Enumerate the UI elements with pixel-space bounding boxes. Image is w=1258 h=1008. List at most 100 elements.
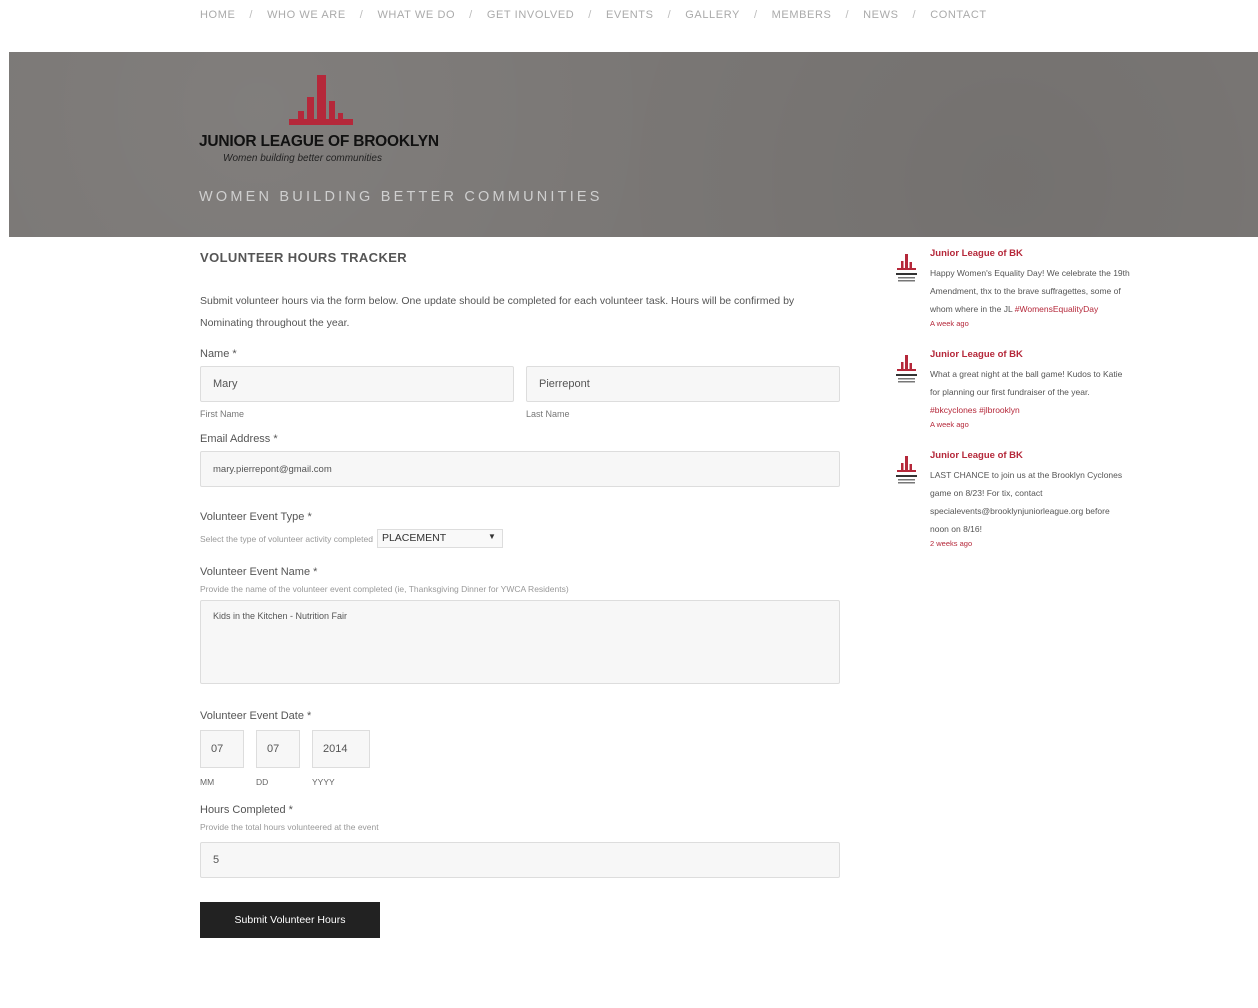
tweet-text: Happy Women's Equality Day! We celebrate… (930, 264, 1130, 318)
tweet-body: Junior League of BK Happy Women's Equali… (930, 248, 1130, 328)
name-label: Name * (200, 348, 840, 360)
required-marker: * (288, 804, 293, 816)
day-col: DD (256, 730, 300, 787)
first-name-hint: First Name (200, 409, 245, 419)
year-col: YYYY (312, 730, 370, 787)
event-type-row: Select the type of volunteer activity co… (200, 529, 840, 548)
tweet-text-content: LAST CHANCE to join us at the Brooklyn C… (930, 470, 1123, 534)
required-marker: * (307, 511, 312, 523)
event-date-label-text: Volunteer Event Date (200, 710, 304, 722)
nav-separator: / (753, 9, 758, 21)
tweet-hashtags[interactable]: #bkcyclones #jlbrooklyn (930, 405, 1020, 415)
nav-gallery[interactable]: GALLERY (685, 9, 740, 21)
month-input[interactable] (200, 730, 244, 768)
hours-description: Provide the total hours volunteered at t… (200, 822, 379, 832)
hours-field-group: Hours Completed * Provide the total hour… (200, 804, 840, 878)
event-date-row: MM DD YYYY (200, 730, 840, 787)
hours-label: Hours Completed * (200, 804, 840, 816)
tweet-text-content: What a great night at the ball game! Kud… (930, 369, 1123, 397)
email-label: Email Address * (200, 433, 840, 445)
event-type-label-text: Volunteer Event Type (200, 511, 305, 523)
tweet-author[interactable]: Junior League of BK (930, 349, 1130, 360)
submit-hours-button[interactable]: Submit Volunteer Hours (200, 902, 380, 938)
nav-separator: / (359, 9, 364, 21)
event-type-label: Volunteer Event Type * (200, 511, 840, 523)
event-name-field-group: Volunteer Event Name * Provide the name … (200, 566, 840, 684)
nav-home[interactable]: HOME (200, 9, 235, 21)
nav-get-involved[interactable]: GET INVOLVED (487, 9, 574, 21)
nav-who-we-are[interactable]: WHO WE ARE (267, 9, 346, 21)
tweet-time[interactable]: 2 weeks ago (930, 539, 1130, 548)
tweet-item: Junior League of BK Happy Women's Equali… (893, 248, 1143, 328)
tweet-body: Junior League of BK What a great night a… (930, 349, 1130, 429)
event-date-label: Volunteer Event Date * (200, 710, 840, 722)
event-name-label-text: Volunteer Event Name (200, 566, 311, 578)
tweet-time[interactable]: A week ago (930, 420, 1130, 429)
form-intro: Submit volunteer hours via the form belo… (200, 295, 795, 329)
header-banner: JUNIOR LEAGUE OF BROOKLYN Women building… (9, 52, 1258, 237)
first-name-col: First Name (200, 366, 514, 419)
nav-news[interactable]: NEWS (863, 9, 898, 21)
last-name-col: Last Name (526, 366, 840, 419)
nav-members[interactable]: MEMBERS (772, 9, 832, 21)
event-name-description: Provide the name of the volunteer event … (200, 584, 569, 594)
day-input[interactable] (256, 730, 300, 768)
month-hint: MM (200, 777, 215, 787)
tweet-text: LAST CHANCE to join us at the Brooklyn C… (930, 466, 1130, 538)
tweet-author[interactable]: Junior League of BK (930, 450, 1130, 461)
logo-mark-icon (289, 75, 353, 125)
last-name-hint: Last Name (526, 409, 570, 419)
event-type-description: Select the type of volunteer activity co… (200, 533, 373, 544)
nav-separator: / (249, 9, 254, 21)
required-marker: * (232, 348, 237, 360)
name-row: First Name Last Name (200, 366, 840, 419)
day-hint: DD (256, 777, 269, 787)
hours-label-text: Hours Completed (200, 804, 286, 816)
event-type-field-group: Volunteer Event Type * Select the type o… (200, 511, 840, 548)
event-name-label: Volunteer Event Name * (200, 566, 840, 578)
page-title: VOLUNTEER HOURS TRACKER (200, 250, 408, 265)
name-field-group: Name * First Name Last Name (200, 348, 840, 419)
tweet-item: Junior League of BK What a great night a… (893, 349, 1143, 429)
tweet-author[interactable]: Junior League of BK (930, 248, 1130, 259)
nav-separator: / (667, 9, 672, 21)
logo-tagline: Women building better communities (223, 153, 382, 164)
jl-avatar-icon[interactable] (893, 252, 920, 286)
tweet-text: What a great night at the ball game! Kud… (930, 365, 1130, 419)
year-hint: YYYY (312, 777, 335, 787)
email-field-group: Email Address * (200, 433, 840, 487)
banner-tagline: WOMEN BUILDING BETTER COMMUNITIES (199, 189, 603, 205)
nav-what-we-do[interactable]: WHAT WE DO (377, 9, 455, 21)
event-name-textarea[interactable]: Kids in the Kitchen - Nutrition Fair (200, 600, 840, 684)
hours-input[interactable] (200, 842, 840, 878)
volunteer-form: VOLUNTEER HOURS TRACKER Submit volunteer… (200, 250, 840, 938)
email-input[interactable] (200, 451, 840, 487)
required-marker: * (307, 710, 312, 722)
top-nav: HOME / WHO WE ARE / WHAT WE DO / GET INV… (200, 7, 987, 23)
jl-avatar-icon[interactable] (893, 353, 920, 387)
nav-contact[interactable]: CONTACT (930, 9, 987, 21)
required-marker: * (313, 566, 318, 578)
nav-separator: / (469, 9, 473, 21)
site-logo[interactable]: JUNIOR LEAGUE OF BROOKLYN Women building… (199, 75, 469, 170)
email-label-text: Email Address (200, 433, 271, 445)
event-type-select[interactable]: PLACEMENT ▼ (376, 529, 503, 548)
tweet-hashtags[interactable]: #WomensEqualityDay (1015, 304, 1098, 314)
nav-separator: / (845, 9, 850, 21)
tweet-body: Junior League of BK LAST CHANCE to join … (930, 450, 1130, 548)
nav-events[interactable]: EVENTS (606, 9, 654, 21)
event-date-field-group: Volunteer Event Date * MM DD YYYY (200, 710, 840, 787)
year-input[interactable] (312, 730, 370, 768)
first-name-input[interactable] (200, 366, 514, 402)
nav-separator: / (912, 9, 917, 21)
jl-avatar-icon[interactable] (893, 454, 920, 488)
tweet-item: Junior League of BK LAST CHANCE to join … (893, 450, 1143, 548)
name-label-text: Name (200, 348, 230, 360)
required-marker: * (273, 433, 278, 445)
last-name-input[interactable] (526, 366, 840, 402)
chevron-down-icon: ▼ (488, 532, 496, 541)
twitter-feed: Junior League of BK Happy Women's Equali… (893, 248, 1143, 569)
tweet-time[interactable]: A week ago (930, 319, 1130, 328)
month-col: MM (200, 730, 244, 787)
nav-separator: / (588, 9, 592, 21)
